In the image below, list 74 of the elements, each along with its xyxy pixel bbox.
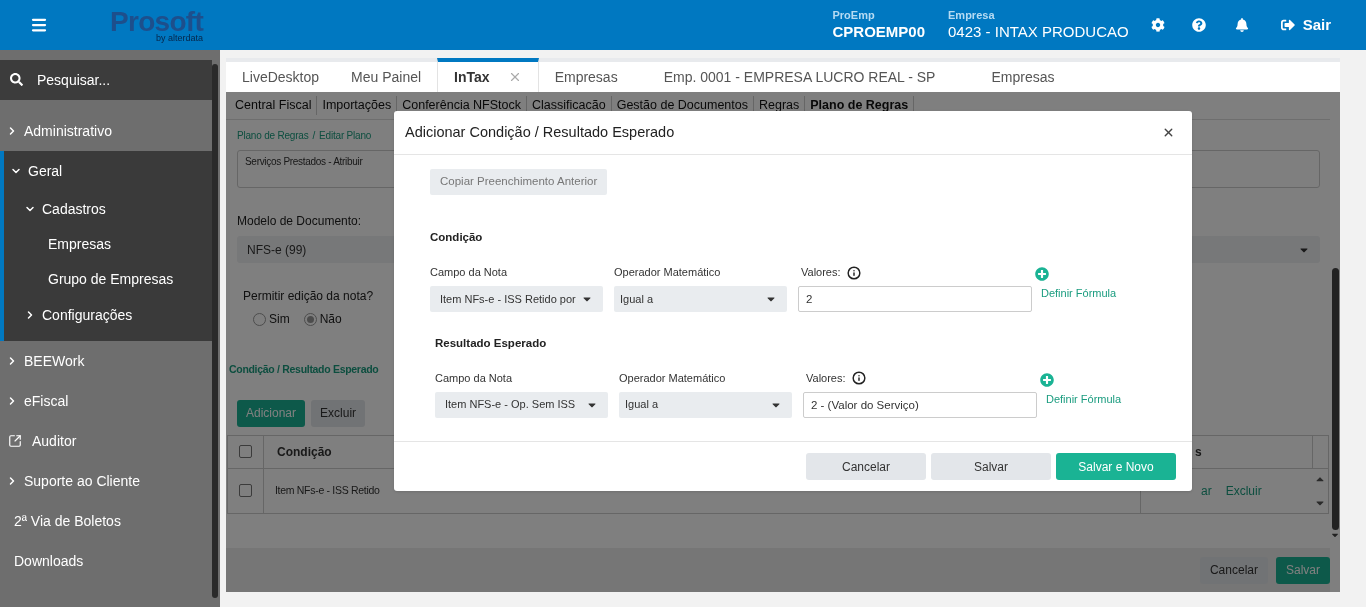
field-select[interactable]: Item NFs-e - ISS Retido por — [430, 285, 603, 312]
values-input[interactable]: 2 - (Valor do Serviço) — [803, 391, 1037, 418]
button[interactable]: Cancelar — [806, 453, 926, 480]
field-label: Valores: — [801, 265, 841, 281]
radio-option[interactable]: Não — [303, 310, 342, 328]
sidebar-item[interactable]: 2ª Via de Boletos — [0, 501, 212, 541]
column-header: Condição — [277, 443, 332, 461]
field-label: ProEmp — [832, 8, 876, 23]
checkbox[interactable] — [239, 445, 252, 459]
help-icon[interactable] — [1191, 18, 1206, 32]
button[interactable]: Salvar — [931, 453, 1051, 480]
sidebar-item[interactable]: BEEWork — [0, 341, 212, 381]
close-icon[interactable] — [1162, 126, 1175, 139]
add-icon[interactable] — [1040, 372, 1054, 387]
search-field[interactable]: Pesquisar... — [0, 60, 212, 100]
sidebar-item[interactable]: Auditor — [0, 421, 212, 461]
tab[interactable]: Meu Painel — [335, 62, 438, 92]
logout-button[interactable]: Sair — [1280, 13, 1331, 37]
field-label: Permitir edição da nota? — [243, 288, 374, 305]
sidebar-item[interactable]: Geral — [4, 151, 212, 191]
operator-select[interactable]: Igual a — [619, 391, 792, 418]
field-label: Operador Matemático — [619, 371, 727, 386]
field-label: Valores: — [806, 371, 846, 386]
search-icon — [10, 73, 23, 86]
checkbox[interactable] — [239, 484, 252, 498]
bell-icon[interactable] — [1234, 18, 1249, 32]
field-value: 0423 - INTAX PRODUCAO — [948, 22, 1129, 42]
operator-select[interactable]: Igual a — [614, 285, 787, 312]
tab[interactable]: Empresas — [975, 62, 1071, 92]
breadcrumb-separator: / — [312, 129, 316, 143]
section-title: Resultado Esperado — [435, 335, 548, 351]
button[interactable]: Excluir — [311, 399, 366, 427]
table-cell-text: Item NFs-e - ISS Retido — [275, 482, 380, 498]
field-value: CPROEMP00 — [832, 22, 926, 42]
radio-option[interactable]: Sim — [253, 310, 290, 328]
sidebar-item[interactable]: Suporte ao Cliente — [0, 461, 212, 501]
section-title: Condição — [430, 230, 484, 245]
values-input[interactable]: 2 — [798, 285, 1032, 312]
scrollbar[interactable] — [212, 64, 218, 598]
tab[interactable]: LiveDesktop — [226, 62, 336, 92]
field-select[interactable]: Item NFS-e - Op. Sem ISS — [435, 391, 608, 418]
menu-icon[interactable] — [30, 16, 48, 34]
button[interactable]: Salvar e Novo — [1056, 453, 1176, 480]
sub-tab[interactable]: Central Fiscal — [230, 96, 318, 115]
formula-link[interactable]: Definir Fórmula — [1041, 284, 1117, 302]
field-label: Campo da Nota — [435, 371, 514, 386]
sidebar-item[interactable]: Cadastros — [4, 191, 212, 227]
field-label: Campo da Nota — [430, 265, 509, 281]
sidebar-item[interactable]: eFiscal — [0, 381, 212, 421]
dialog-title: Adicionar Condição / Resultado Esperado — [405, 122, 675, 142]
sidebar-item[interactable]: Downloads — [0, 541, 212, 581]
scrollbar[interactable] — [1331, 268, 1339, 530]
formula-link[interactable]: Definir Fórmula — [1046, 390, 1122, 407]
copy-button[interactable]: Copiar Preenchimento Anterior — [430, 169, 608, 195]
field-label: Modelo de Documento: — [237, 213, 363, 230]
info-icon[interactable] — [851, 371, 866, 386]
tab[interactable]: InTax — [437, 58, 539, 92]
sidebar-item[interactable]: Grupo de Empresas — [4, 262, 212, 297]
field-label: Empresa — [948, 8, 996, 23]
sidebar-item[interactable]: Administrativo — [0, 111, 212, 151]
tab[interactable]: Emp. 0001 - EMPRESA LUCRO REAL - SP — [633, 62, 976, 92]
sidebar-item[interactable]: Configurações — [4, 297, 212, 333]
column-header: s — [1195, 443, 1202, 461]
info-icon[interactable] — [846, 265, 861, 280]
tab[interactable]: Empresas — [538, 62, 634, 92]
external-link-icon — [8, 434, 22, 448]
logout-icon — [1280, 18, 1295, 32]
button[interactable]: Cancelar — [1199, 556, 1268, 584]
field-label: Operador Matemático — [614, 265, 722, 281]
add-icon[interactable] — [1035, 266, 1049, 281]
sidebar-item[interactable]: Empresas — [4, 227, 212, 262]
logo-tagline: by alterdata — [156, 33, 204, 43]
settings-icon[interactable] — [1150, 18, 1165, 32]
section-title: Condição / Resultado Esperado — [229, 362, 379, 377]
